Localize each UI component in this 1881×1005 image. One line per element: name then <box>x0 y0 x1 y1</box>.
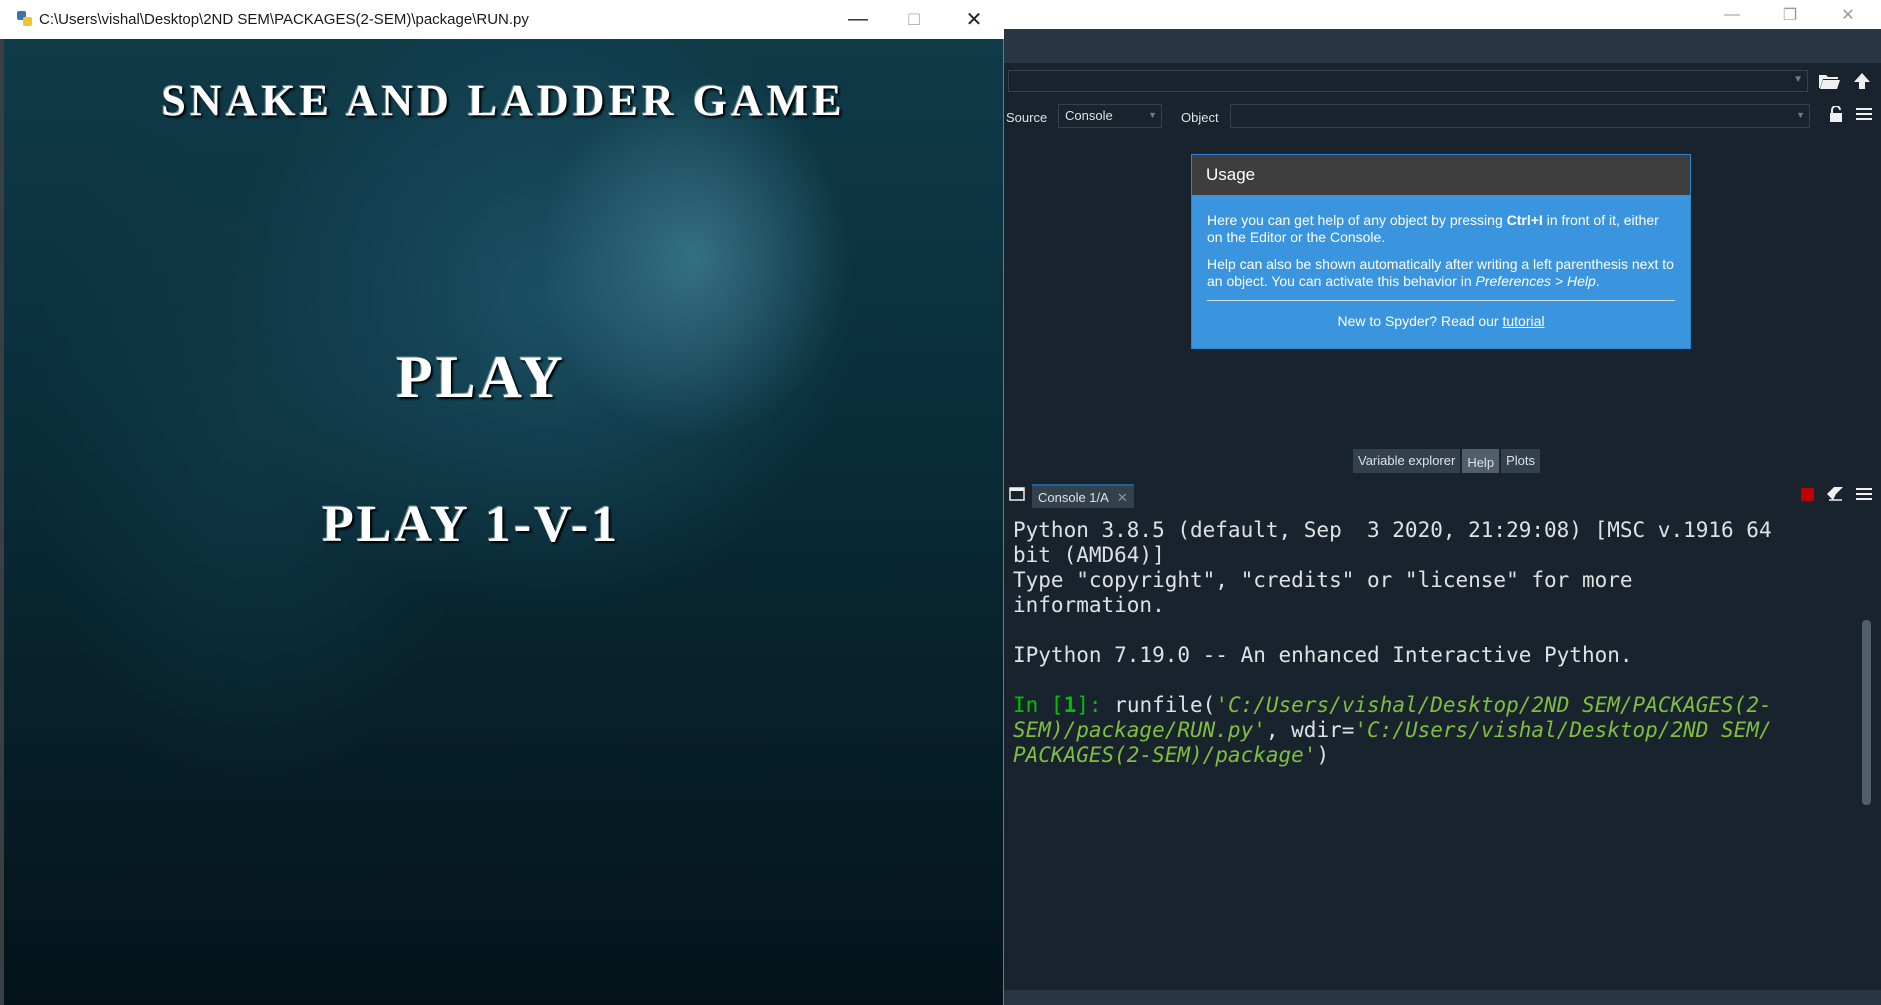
game-window-title: C:\Users\vishal\Desktop\2ND SEM\PACKAGES… <box>39 11 529 28</box>
lock-icon[interactable] <box>1823 102 1849 126</box>
object-select[interactable]: ▼ <box>1230 104 1810 128</box>
usage-paragraph-1: Here you can get help of any object by p… <box>1207 212 1659 245</box>
hamburger-menu-icon[interactable] <box>1851 482 1877 506</box>
object-label: Object <box>1181 110 1219 125</box>
play-button[interactable]: Play <box>396 343 566 412</box>
working-directory-toolbar: ▼ <box>1004 63 1881 97</box>
stop-icon[interactable] <box>1794 482 1820 506</box>
chevron-down-icon: ▼ <box>1148 110 1157 120</box>
usage-body: Here you can get help of any object by p… <box>1192 195 1690 348</box>
tab-console-1a[interactable]: Console 1/A ✕ <box>1032 484 1134 508</box>
folder-open-icon[interactable] <box>1816 69 1842 93</box>
usage-title: Usage <box>1192 155 1690 195</box>
working-directory-combo[interactable]: ▼ <box>1008 70 1808 92</box>
ipython-console-pane: Console 1/A ✕ Python 3.8.5 (default, Sep … <box>1004 476 1881 1005</box>
tab-plots[interactable]: Plots <box>1501 449 1540 473</box>
game-canvas[interactable]: Snake and Ladder Game Play Play 1-v-1 <box>4 39 1003 1005</box>
play-1v1-button[interactable]: Play 1-v-1 <box>322 495 620 554</box>
console-line: IPython 7.19.0 -- An enhanced Interactiv… <box>1013 643 1633 667</box>
usage-panel: Usage Here you can get help of any objec… <box>1191 154 1691 349</box>
arrow-up-icon[interactable] <box>1849 69 1875 93</box>
tab-help[interactable]: Help <box>1462 449 1500 473</box>
usage-paragraph-2: Help can also be shown automatically aft… <box>1207 256 1674 289</box>
game-heading: Snake and Ladder Game <box>161 76 846 125</box>
game-maximize-button[interactable]: ☐ <box>884 0 944 39</box>
game-window: C:\Users\vishal\Desktop\2ND SEM\PACKAGES… <box>0 0 1004 1005</box>
spyder-restore-button[interactable]: ❐ <box>1761 0 1819 29</box>
python-icon <box>17 11 32 26</box>
chevron-down-icon: ▼ <box>1796 110 1805 120</box>
chevron-down-icon: ▼ <box>1793 74 1803 85</box>
console-command-line: In [1]: runfile('C:/Users/vishal/Desktop… <box>1013 693 1772 717</box>
console-output[interactable]: Python 3.8.5 (default, Sep 3 2020, 21:29… <box>1013 518 1863 768</box>
source-select[interactable]: Console ▼ <box>1058 104 1162 128</box>
close-icon[interactable]: ✕ <box>1117 490 1128 505</box>
tutorial-link[interactable]: tutorial <box>1502 313 1544 329</box>
console-command-line: PACKAGES(2-SEM)/package') <box>1013 743 1330 767</box>
console-scrollbar[interactable] <box>1862 620 1871 805</box>
game-minimize-button[interactable]: — <box>828 0 888 39</box>
console-blank <box>1013 668 1863 693</box>
console-tab-label: Console 1/A <box>1038 490 1109 505</box>
spyder-statusbar <box>1004 990 1881 1005</box>
game-titlebar[interactable]: C:\Users\vishal\Desktop\2ND SEM\PACKAGES… <box>0 0 1004 39</box>
pane-tabs: Variable explorer Help Plots <box>1353 449 1542 473</box>
usage-divider <box>1207 300 1675 301</box>
game-close-button[interactable]: ✕ <box>944 0 1004 39</box>
spyder-close-button[interactable]: ✕ <box>1819 0 1877 29</box>
hamburger-menu-icon[interactable] <box>1851 102 1877 126</box>
usage-footer: New to Spyder? Read our tutorial <box>1337 313 1545 329</box>
console-blank <box>1013 618 1863 643</box>
source-value: Console <box>1065 108 1113 123</box>
console-tabbar: Console 1/A ✕ <box>1004 480 1881 508</box>
source-label: Source <box>1006 110 1048 125</box>
console-line: Python 3.8.5 (default, Sep 3 2020, 21:29… <box>1013 518 1772 542</box>
console-command-line: SEM)/package/RUN.py', wdir='C:/Users/vis… <box>1013 718 1772 742</box>
console-line: Type "copyright", "credits" or "license"… <box>1013 568 1633 592</box>
console-line: information. <box>1013 593 1165 617</box>
tab-variable-explorer[interactable]: Variable explorer <box>1353 449 1461 473</box>
eraser-icon[interactable] <box>1822 482 1848 506</box>
spyder-minimize-button[interactable]: — <box>1703 0 1761 29</box>
console-line: bit (AMD64)] <box>1013 543 1165 567</box>
window-icon[interactable] <box>1004 482 1030 506</box>
